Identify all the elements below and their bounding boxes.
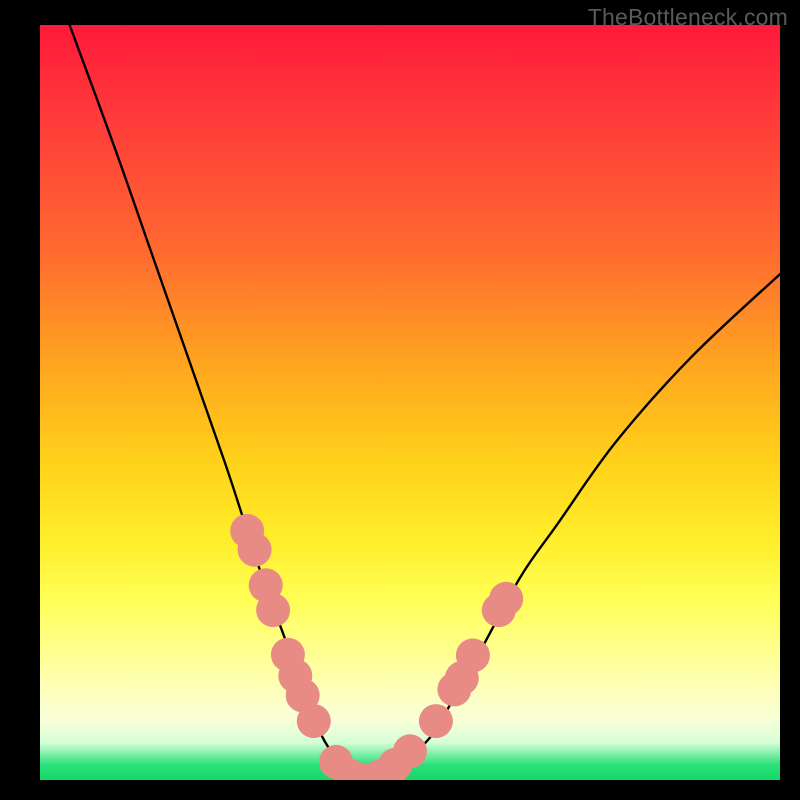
- marker-dot: [297, 704, 331, 738]
- chart-svg: [40, 25, 780, 780]
- watermark-text: TheBottleneck.com: [588, 4, 788, 31]
- bottleneck-curve: [70, 25, 780, 780]
- marker-dot: [256, 593, 290, 627]
- marker-dot: [456, 638, 490, 672]
- marker-dot: [489, 582, 523, 616]
- marker-dot: [238, 533, 272, 567]
- chart-frame: TheBottleneck.com: [0, 0, 800, 800]
- highlighted-dots: [230, 514, 523, 780]
- plot-area: [40, 25, 780, 780]
- marker-dot: [419, 704, 453, 738]
- marker-dot: [393, 734, 427, 768]
